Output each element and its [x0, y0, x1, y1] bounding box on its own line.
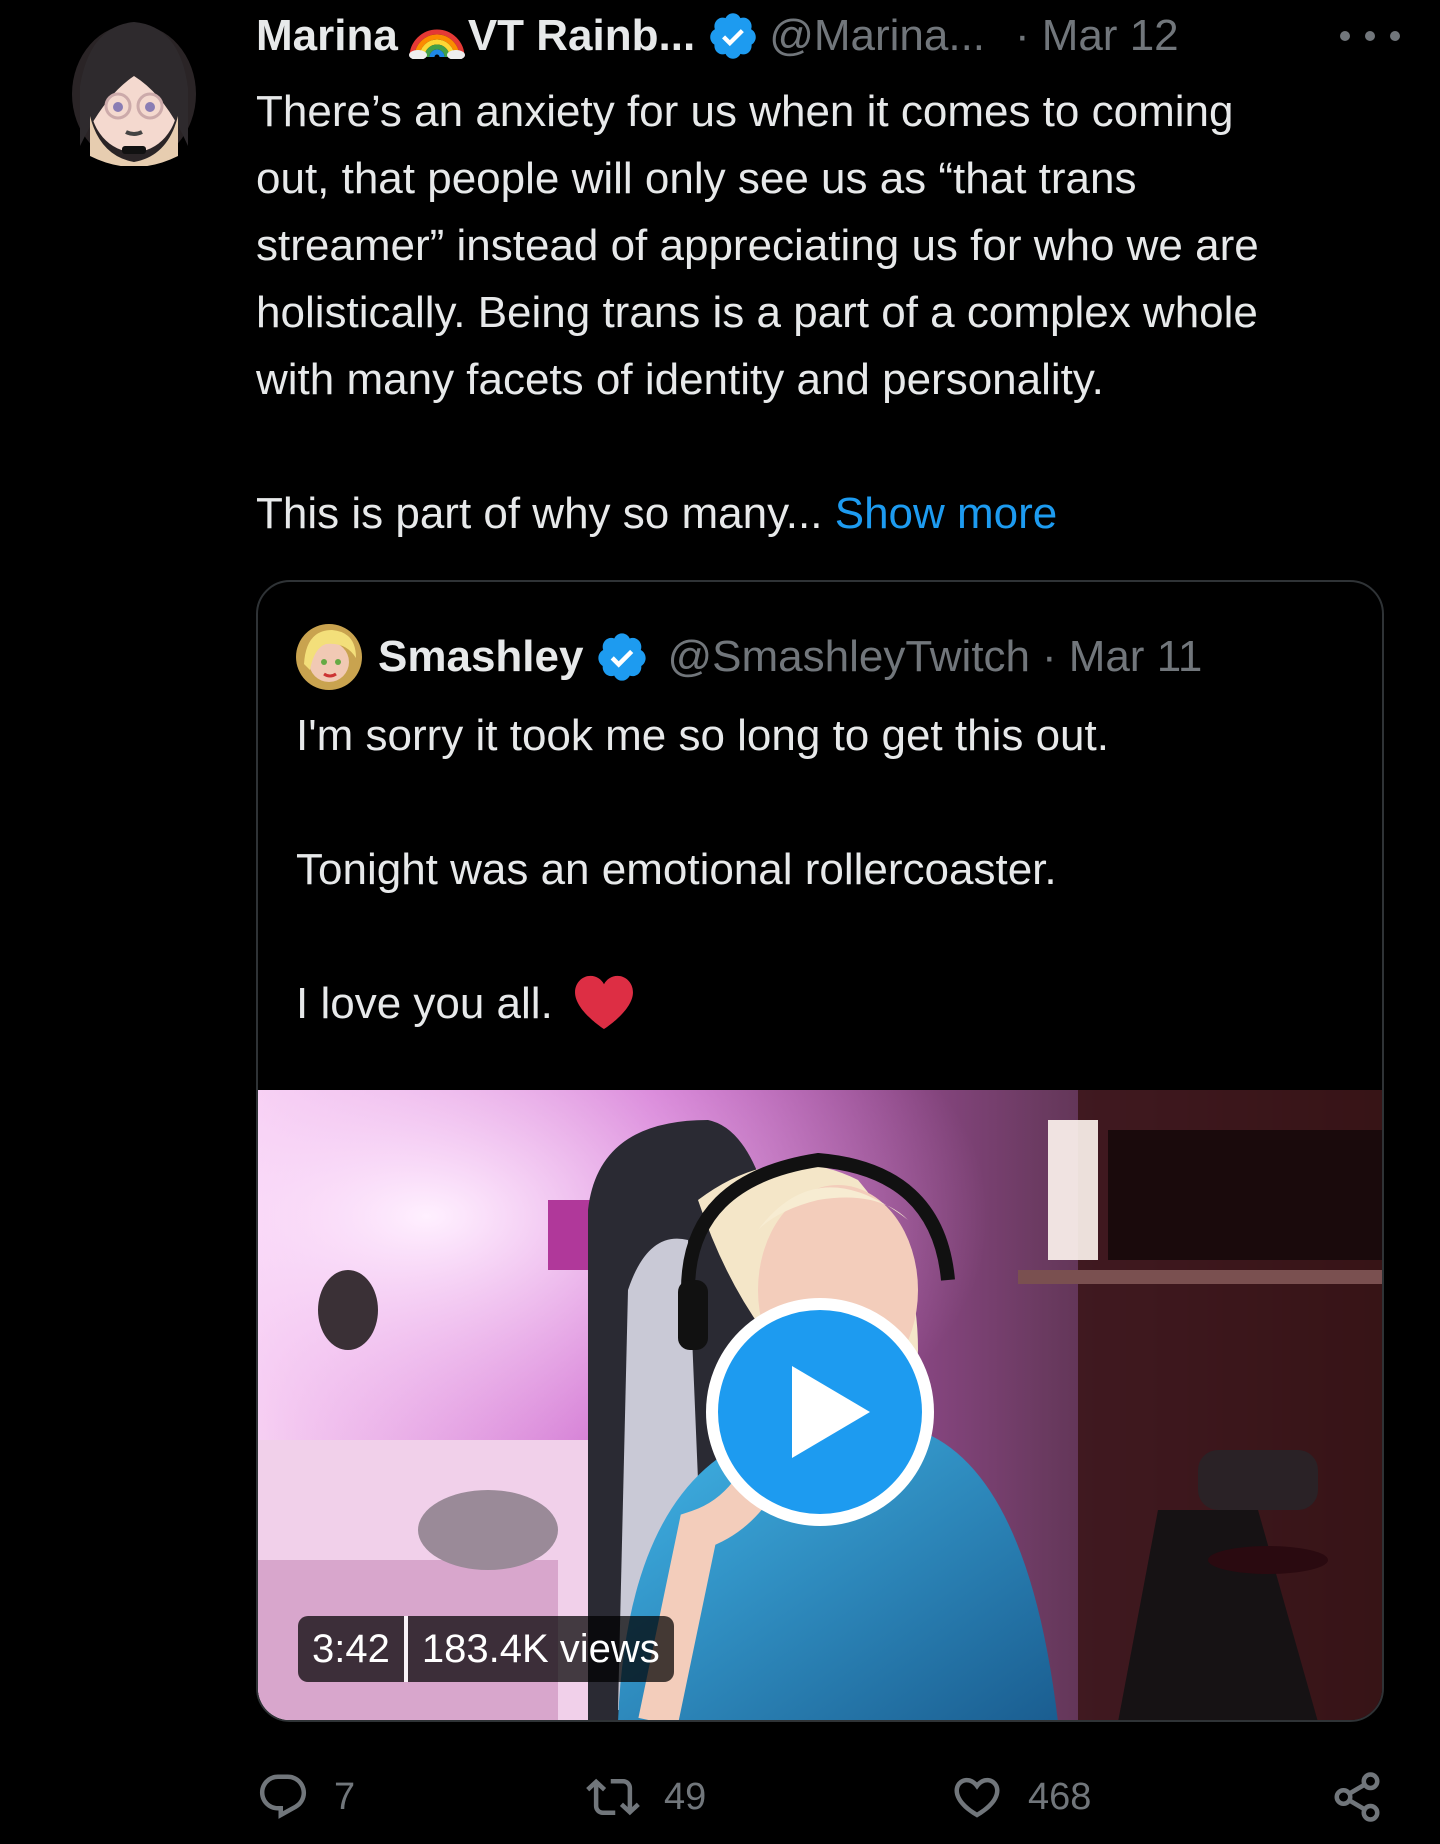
like-button[interactable]: 468 — [950, 1770, 1091, 1824]
verified-icon — [710, 13, 756, 59]
quoted-text-line: Tonight was an emotional rollercoaster. — [296, 845, 1057, 894]
quoted-text-line: I love you all. — [296, 970, 1336, 1037]
tweet-actions: 7 49 468 — [256, 1770, 1386, 1824]
quoted-author-name[interactable]: Smashley — [378, 632, 583, 682]
quoted-tweet-date[interactable]: Mar 11 — [1069, 632, 1203, 682]
retweet-count: 49 — [664, 1775, 707, 1818]
verified-icon — [598, 633, 647, 681]
quoted-text-line: I'm sorry it took me so long to get this… — [296, 711, 1109, 760]
video-info-badge: 3:42 183.4K views — [298, 1616, 674, 1682]
tweet-header: Marina VT Rainb... @Marina... · Mar 12 — [256, 8, 1400, 64]
quoted-author-handle[interactable]: @SmashleyTwitch — [667, 632, 1030, 682]
reply-button[interactable]: 7 — [256, 1770, 355, 1824]
video-player[interactable]: 3:42 183.4K views — [258, 1090, 1382, 1720]
like-count: 468 — [1028, 1775, 1092, 1818]
share-icon — [1334, 1772, 1380, 1822]
tweet-text-line: out, that people will only see us as “th… — [256, 154, 1137, 203]
quoted-tweet-text: I'm sorry it took me so long to get this… — [296, 702, 1336, 1037]
heart-emoji — [575, 975, 634, 1030]
separator-dot: · — [1015, 11, 1030, 60]
tweet-text-line: with many facets of identity and persona… — [256, 355, 1104, 404]
tweet-date[interactable]: Mar 12 — [1042, 11, 1179, 61]
quoted-tweet-header: Smashley @SmashleyTwitch · Mar 11 — [296, 622, 1202, 692]
reply-icon — [259, 1774, 307, 1819]
quoted-tweet[interactable]: Smashley @SmashleyTwitch · Mar 11 I'm so… — [256, 580, 1384, 1722]
tweet-text: There’s an anxiety for us when it comes … — [256, 78, 1396, 547]
play-icon[interactable] — [704, 1296, 936, 1528]
tweet-text-truncated: This is part of why so many... Show more — [256, 489, 1058, 538]
tweet-text-line: There’s an anxiety for us when it comes … — [256, 87, 1234, 136]
retweet-button[interactable]: 49 — [586, 1770, 706, 1824]
share-button[interactable] — [1330, 1770, 1408, 1824]
retweet-icon — [586, 1778, 640, 1816]
author-name[interactable]: Marina VT Rainb... — [256, 11, 695, 61]
author-avatar[interactable] — [70, 6, 198, 166]
more-icon[interactable] — [1340, 18, 1400, 54]
rainbow-emoji — [408, 29, 465, 59]
tweet-text-line: streamer” instead of appreciating us for… — [256, 221, 1259, 270]
author-handle[interactable]: @Marina... — [769, 11, 985, 61]
show-more-link[interactable]: Show more — [835, 489, 1058, 538]
video-duration: 3:42 — [298, 1616, 404, 1682]
video-views: 183.4K views — [407, 1616, 674, 1682]
reply-count: 7 — [334, 1775, 356, 1818]
tweet-text-line: holistically. Being trans is a part of a… — [256, 288, 1258, 337]
quoted-author-avatar[interactable] — [296, 624, 362, 690]
like-icon — [954, 1777, 1000, 1818]
separator-dot: · — [1042, 632, 1057, 681]
